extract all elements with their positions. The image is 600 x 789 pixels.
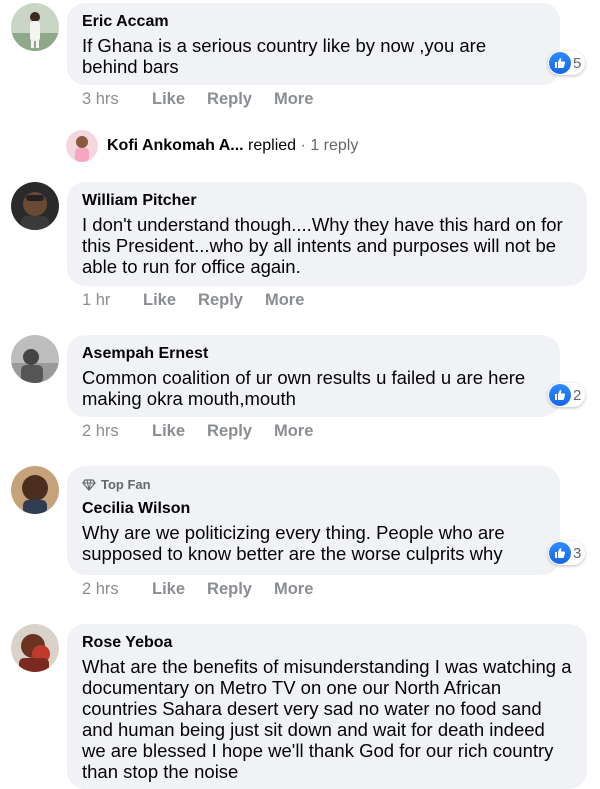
comment-text: If Ghana is a serious country like by no…	[82, 35, 487, 77]
avatar[interactable]	[11, 624, 59, 672]
comment-actions: 1 hr Like Reply More	[82, 291, 326, 310]
more-button[interactable]: More	[265, 291, 304, 310]
reply-button[interactable]: Reply	[207, 90, 252, 109]
comment-actions: 3 hrs Like Reply More	[82, 90, 335, 109]
comment-text: Why are we politicizing every thing. Peo…	[82, 522, 505, 564]
replies-link[interactable]: Kofi Ankomah A... replied · 1 reply	[66, 130, 358, 162]
like-icon	[549, 542, 571, 564]
comment-author[interactable]: Rose Yeboa	[82, 633, 572, 653]
comment-text: What are the benefits of misunderstandin…	[82, 656, 572, 782]
comment-time[interactable]: 2 hrs	[82, 580, 152, 599]
comment-bubble: Eric Accam If Ghana is a serious country…	[67, 3, 560, 85]
comment-time[interactable]: 3 hrs	[82, 90, 152, 109]
reaction-count[interactable]: 2	[548, 383, 586, 407]
like-button[interactable]: Like	[152, 580, 185, 599]
reply-button[interactable]: Reply	[207, 422, 252, 441]
like-icon	[549, 384, 571, 406]
comment-actions: 2 hrs Like Reply More	[82, 580, 335, 599]
reply-button[interactable]: Reply	[198, 291, 243, 310]
comment-author[interactable]: Asempah Ernest	[82, 344, 545, 364]
like-button[interactable]: Like	[152, 90, 185, 109]
reply-verb: replied	[248, 137, 297, 154]
avatar	[66, 130, 98, 162]
comment-time[interactable]: 2 hrs	[82, 422, 152, 441]
comment-bubble: Top Fan Cecilia Wilson Why are we politi…	[67, 466, 560, 575]
like-button[interactable]: Like	[143, 291, 176, 310]
comment-author[interactable]: Eric Accam	[82, 12, 545, 32]
avatar[interactable]	[11, 3, 59, 51]
reaction-count[interactable]: 5	[548, 51, 586, 75]
comment-text: Common coalition of ur own results u fai…	[82, 367, 526, 409]
comment-bubble: William Pitcher I don't understand thoug…	[67, 182, 587, 286]
comment-text: I don't understand though....Why they ha…	[82, 214, 563, 277]
reply-author: Kofi Ankomah A...	[107, 137, 244, 154]
reply-button[interactable]: Reply	[207, 580, 252, 599]
comment-author[interactable]: Cecilia Wilson	[82, 499, 545, 519]
reaction-number: 3	[573, 544, 582, 562]
top-fan-badge: Top Fan	[82, 477, 545, 493]
reply-count: 1 reply	[310, 137, 359, 154]
like-icon	[549, 52, 571, 74]
avatar[interactable]	[11, 182, 59, 230]
diamond-icon	[82, 479, 96, 491]
comment-author[interactable]: William Pitcher	[82, 191, 572, 211]
more-button[interactable]: More	[274, 90, 313, 109]
comment-actions: 2 hrs Like Reply More	[82, 422, 335, 441]
avatar[interactable]	[11, 466, 59, 514]
comment-bubble: Asempah Ernest Common coalition of ur ow…	[67, 335, 560, 417]
comment-time[interactable]: 1 hr	[82, 291, 143, 310]
reaction-number: 5	[573, 54, 582, 72]
more-button[interactable]: More	[274, 580, 313, 599]
avatar[interactable]	[11, 335, 59, 383]
like-button[interactable]: Like	[152, 422, 185, 441]
more-button[interactable]: More	[274, 422, 313, 441]
reaction-number: 2	[573, 386, 582, 404]
comment-bubble: Rose Yeboa What are the benefits of misu…	[67, 624, 587, 789]
reply-separator: ·	[300, 137, 306, 154]
top-fan-label: Top Fan	[101, 477, 151, 492]
reaction-count[interactable]: 3	[548, 541, 586, 565]
